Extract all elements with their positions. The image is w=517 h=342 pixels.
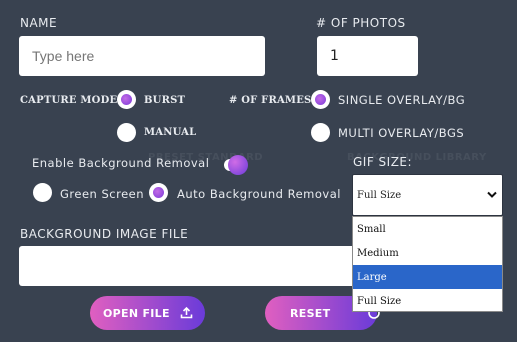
upload-icon <box>180 306 193 319</box>
auto-bg-removal-radio[interactable] <box>149 183 168 202</box>
green-screen-radio[interactable] <box>33 183 52 202</box>
gif-size-label: GIF SIZE: <box>353 155 413 169</box>
capture-manual-label: MANUAL <box>144 127 197 138</box>
capture-burst-label: BURST <box>144 95 186 106</box>
reset-label: RESET <box>290 306 331 320</box>
name-input[interactable] <box>19 36 265 76</box>
gif-size-option-small[interactable]: Small <box>353 217 502 241</box>
photos-count-input[interactable]: 1 <box>317 36 418 76</box>
frames-multi-label: MULTI OVERLAY/BGS <box>338 126 465 140</box>
chevron-down-icon <box>487 191 497 198</box>
auto-bg-removal-label: Auto Background Removal <box>177 187 341 201</box>
open-file-label: OPEN FILE <box>103 306 170 320</box>
radio-selected-dot <box>315 94 326 105</box>
gif-size-option-medium[interactable]: Medium <box>353 241 502 265</box>
gif-size-option-large[interactable]: Large <box>353 265 502 289</box>
toggle-knob <box>228 155 248 175</box>
frames-multi-radio[interactable] <box>311 123 330 142</box>
photos-count-value: 1 <box>330 48 339 64</box>
bg-removal-label: Enable Background Removal <box>32 156 210 170</box>
radio-selected-dot <box>121 94 132 105</box>
radio-selected-dot <box>153 187 164 198</box>
capture-burst-radio[interactable] <box>117 90 136 109</box>
frames-single-radio[interactable] <box>311 90 330 109</box>
name-label: NAME <box>20 16 58 30</box>
capture-mode-label: CAPTURE MODE: <box>20 95 122 106</box>
capture-manual-radio[interactable] <box>117 123 136 142</box>
gif-size-selected-value: Full Size <box>357 189 402 201</box>
frames-single-label: SINGLE OVERLAY/BG <box>338 93 466 107</box>
gif-size-dropdown-list: Small Medium Large Full Size <box>352 216 503 312</box>
bg-image-label: BACKGROUND IMAGE FILE <box>20 227 189 241</box>
photos-label: # OF PHOTOS <box>316 16 406 30</box>
bg-removal-toggle[interactable] <box>224 154 248 176</box>
gif-size-option-full-size[interactable]: Full Size <box>353 289 502 313</box>
bg-image-input[interactable] <box>19 246 359 286</box>
gif-size-select[interactable]: Full Size <box>352 174 503 216</box>
green-screen-label: Green Screen <box>60 187 145 201</box>
frames-label: # OF FRAMES: <box>229 95 316 106</box>
open-file-button[interactable]: OPEN FILE <box>90 296 205 330</box>
